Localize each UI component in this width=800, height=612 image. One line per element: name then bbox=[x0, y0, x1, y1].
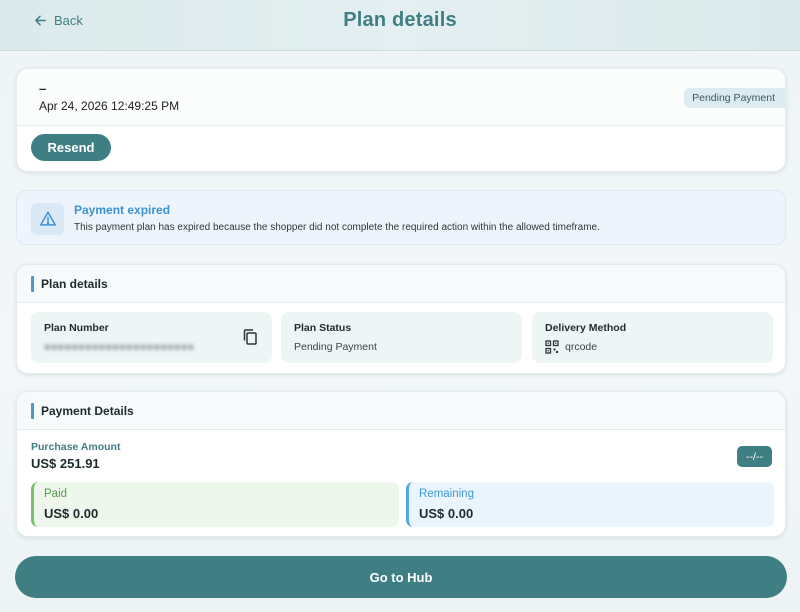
paid-label: Paid bbox=[44, 488, 68, 500]
plan-number-label: Plan Number bbox=[44, 322, 109, 334]
copy-icon[interactable] bbox=[242, 328, 258, 346]
created-datetime: Apr 24, 2026 12:49:25 PM bbox=[39, 99, 180, 113]
plan-number-tile: Plan Number ●●●●●●●●●●●●●●●●●●●●●● bbox=[31, 312, 272, 363]
status-badge: Pending Payment bbox=[684, 88, 785, 108]
delivery-method-label: Delivery Method bbox=[545, 322, 627, 334]
installment-toggle-button[interactable]: --/-- bbox=[737, 446, 772, 467]
delivery-method-tile: Delivery Method qrcode bbox=[532, 312, 773, 363]
delivery-method-value: qrcode bbox=[565, 341, 598, 353]
plan-status-label: Plan Status bbox=[294, 322, 352, 334]
section-accent-bar bbox=[31, 276, 34, 292]
payment-details-header: Payment Details bbox=[17, 392, 785, 430]
paid-value: US$ 0.00 bbox=[44, 506, 99, 521]
purchase-amount-label: Purchase Amount bbox=[31, 441, 121, 453]
section-title: Payment Details bbox=[41, 404, 134, 418]
plan-details-header: Plan details bbox=[17, 265, 785, 303]
purchase-amount-value: US$ 251.91 bbox=[31, 456, 100, 471]
go-to-hub-button[interactable]: Go to Hub bbox=[15, 556, 787, 598]
plan-status-tile: Plan Status Pending Payment bbox=[281, 312, 522, 363]
alert-icon-box bbox=[31, 203, 64, 235]
payment-details-card: Payment Details Purchase Amount US$ 251.… bbox=[16, 391, 786, 537]
remaining-label: Remaining bbox=[419, 488, 474, 500]
warning-icon bbox=[39, 211, 56, 226]
plan-status-value: Pending Payment bbox=[294, 341, 377, 353]
alert-message: This payment plan has expired because th… bbox=[74, 222, 600, 233]
plan-details-card: Plan details Plan Number ●●●●●●●●●●●●●●●… bbox=[16, 264, 786, 374]
alert-title: Payment expired bbox=[74, 203, 171, 217]
remaining-box: Remaining US$ 0.00 bbox=[406, 482, 774, 527]
plan-summary-card: – Apr 24, 2026 12:49:25 PM Pending Payme… bbox=[16, 68, 786, 172]
plan-number-value: ●●●●●●●●●●●●●●●●●●●●●● bbox=[44, 341, 195, 353]
remaining-value: US$ 0.00 bbox=[419, 506, 474, 521]
summary-row: – Apr 24, 2026 12:49:25 PM Pending Payme… bbox=[17, 69, 785, 126]
paid-box: Paid US$ 0.00 bbox=[31, 482, 399, 527]
payment-expired-alert: Payment expired This payment plan has ex… bbox=[16, 190, 786, 245]
section-accent-bar bbox=[31, 403, 34, 419]
resend-button[interactable]: Resend bbox=[31, 134, 111, 161]
section-title: Plan details bbox=[41, 277, 108, 291]
top-header: Back Plan details bbox=[0, 0, 800, 51]
shopper-name: – bbox=[39, 81, 47, 96]
qr-code-icon bbox=[545, 340, 559, 354]
page-title: Plan details bbox=[343, 9, 457, 31]
